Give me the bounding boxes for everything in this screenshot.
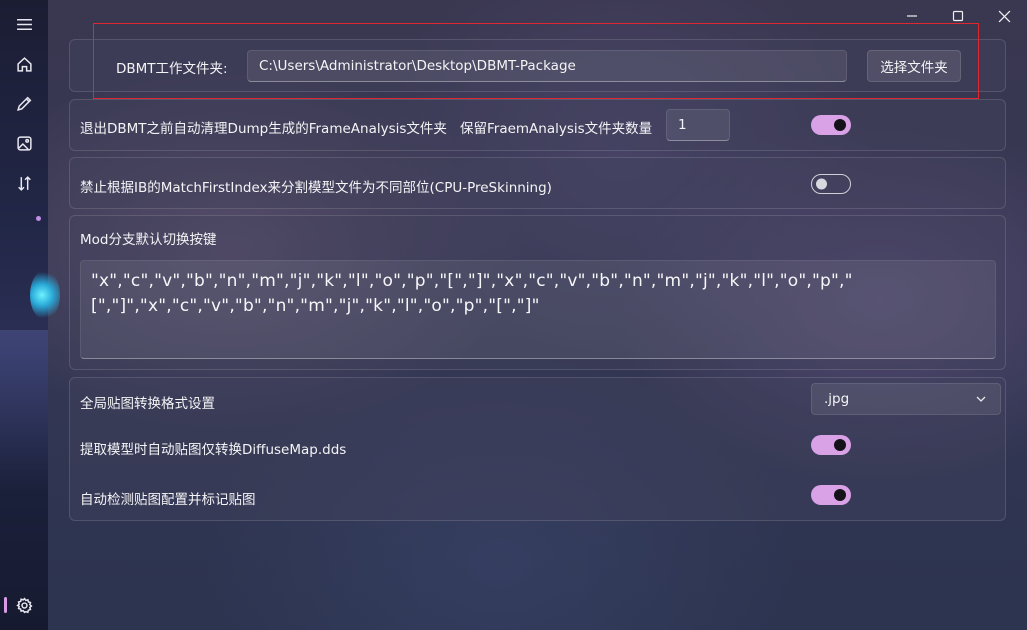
texture-format-value: .jpg <box>824 391 850 407</box>
diffuse-only-label: 提取模型时自动贴图仅转换DiffuseMap.dds <box>80 442 347 458</box>
workdir-card: DBMT工作文件夹: C:\Users\Administrator\Deskto… <box>69 39 1006 92</box>
texture-format-label: 全局贴图转换格式设置 <box>80 396 215 412</box>
texture-settings-card: 全局贴图转换格式设置 .jpg 提取模型时自动贴图仅转换DiffuseMap.d… <box>69 377 1006 521</box>
workdir-label: DBMT工作文件夹: <box>116 61 228 77</box>
background-artwork-glow <box>30 270 60 320</box>
auto-clean-label: 退出DBMT之前自动清理Dump生成的FrameAnalysis文件夹 <box>80 121 447 137</box>
disable-split-label: 禁止根据IB的MatchFirstIndex来分割模型文件为不同部位(CPU-P… <box>80 180 552 196</box>
chevron-down-icon <box>976 396 986 402</box>
choose-folder-button[interactable]: 选择文件夹 <box>867 50 961 82</box>
auto-clean-card: 退出DBMT之前自动清理Dump生成的FrameAnalysis文件夹 保留Fr… <box>69 99 1006 151</box>
selection-indicator <box>4 597 7 613</box>
toggle-knob <box>834 119 846 131</box>
mod-keys-label: Mod分支默认切换按键 <box>80 232 217 248</box>
texture-format-dropdown[interactable]: .jpg <box>811 383 1001 415</box>
keep-count-label: 保留FraemAnalysis文件夹数量 <box>460 121 653 137</box>
pencil-icon[interactable] <box>8 88 40 118</box>
toggle-knob <box>816 178 827 190</box>
workdir-path-value: C:\Users\Administrator\Desktop\DBMT-Pack… <box>259 58 576 74</box>
diffuse-only-toggle[interactable] <box>811 435 851 455</box>
auto-clean-toggle[interactable] <box>811 115 851 135</box>
image-icon[interactable] <box>8 128 40 158</box>
workdir-path-input[interactable]: C:\Users\Administrator\Desktop\DBMT-Pack… <box>247 50 847 82</box>
disable-split-card: 禁止根据IB的MatchFirstIndex来分割模型文件为不同部位(CPU-P… <box>69 157 1006 209</box>
hamburger-menu-icon[interactable] <box>8 9 40 39</box>
home-icon[interactable] <box>8 49 40 79</box>
toggle-knob <box>834 489 846 501</box>
mod-keys-textarea[interactable]: "x","c","v","b","n","m","j","k","l","o",… <box>80 260 996 359</box>
auto-detect-label: 自动检测贴图配置并标记贴图 <box>80 492 256 508</box>
auto-detect-toggle[interactable] <box>811 485 851 505</box>
close-icon[interactable] <box>989 5 1019 27</box>
background-artwork <box>0 330 48 490</box>
toggle-knob <box>834 439 846 451</box>
disable-split-toggle[interactable] <box>811 174 851 194</box>
navigation-pane <box>0 0 60 630</box>
maximize-icon[interactable] <box>943 5 973 27</box>
keep-count-input[interactable]: 1 <box>666 109 730 141</box>
background-artwork-dot <box>36 216 41 221</box>
minimize-icon[interactable] <box>897 5 927 27</box>
mod-keys-card: Mod分支默认切换按键 "x","c","v","b","n","m","j",… <box>69 215 1006 370</box>
keep-count-value: 1 <box>678 117 687 133</box>
sort-arrows-icon[interactable] <box>8 168 40 198</box>
gear-icon[interactable] <box>8 590 40 620</box>
